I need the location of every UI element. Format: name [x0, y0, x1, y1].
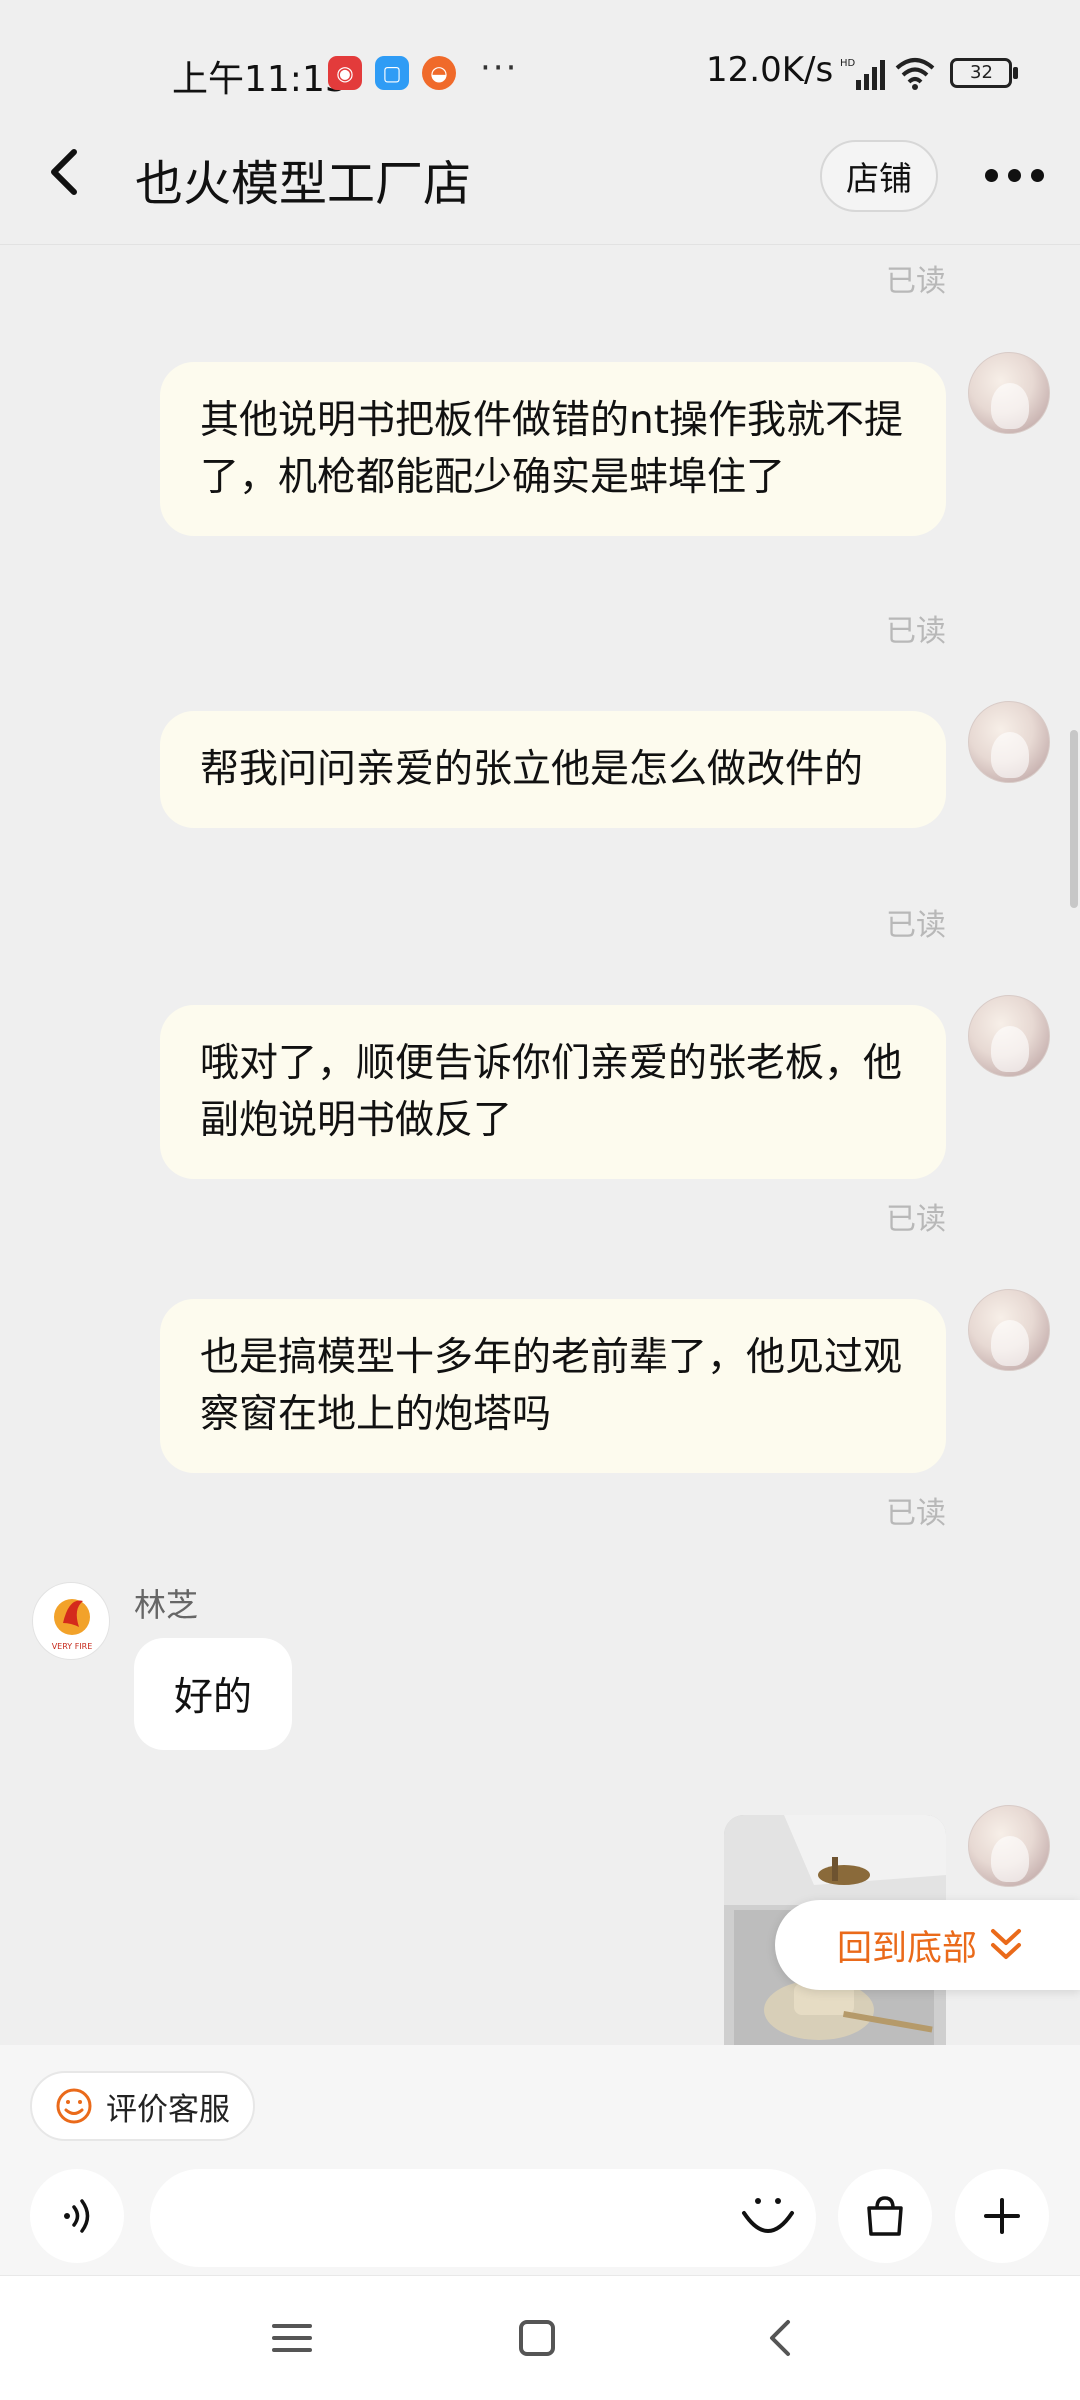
incoming-message-bubble[interactable]: 好的: [134, 1638, 293, 1750]
emoji-icon[interactable]: [738, 2187, 798, 2247]
chat-header: 也火模型工厂店 店铺: [0, 120, 1080, 245]
back-to-bottom-label: 回到底部: [837, 1928, 978, 1969]
smile-icon: [56, 2088, 92, 2124]
outgoing-message-bubble[interactable]: 其他说明书把板件做错的nt操作我就不提了，机枪都能配少确实是蚌埠住了: [160, 362, 946, 536]
read-status: 已读: [886, 1496, 946, 1531]
logo-caption: VERY FIRE: [52, 1642, 93, 1651]
rate-service-button[interactable]: 评价客服: [30, 2071, 255, 2141]
netease-music-icon: ◉: [328, 56, 362, 90]
store-button[interactable]: 店铺: [820, 140, 938, 212]
back-icon[interactable]: [752, 2308, 812, 2368]
read-status: 已读: [886, 1202, 946, 1237]
user-avatar[interactable]: [968, 1805, 1050, 1887]
plus-icon: [984, 2198, 1020, 2234]
double-chevron-down-icon: [991, 1929, 1022, 1959]
message-input[interactable]: [150, 2169, 816, 2267]
bottom-panel: 评价客服: [0, 2045, 1080, 2275]
status-bar: 上午11:13 ◉ ▢ ◒ ··· 12.0K/s HD 32: [0, 0, 1080, 140]
wifi-icon: [895, 58, 935, 90]
very-fire-logo-icon: VERY FIRE: [52, 1599, 93, 1651]
user-avatar[interactable]: [968, 701, 1050, 783]
user-avatar[interactable]: [968, 995, 1050, 1077]
network-speed: 12.0K/s: [706, 50, 834, 90]
user-avatar[interactable]: [968, 1289, 1050, 1371]
shopping-bag-icon: [867, 2196, 903, 2236]
read-status: 已读: [886, 908, 946, 943]
shop-avatar[interactable]: VERY FIRE: [32, 1582, 110, 1660]
voice-button[interactable]: [30, 2169, 124, 2263]
menu-icon[interactable]: [262, 2308, 322, 2368]
user-avatar[interactable]: [968, 352, 1050, 434]
scrollbar[interactable]: [1070, 730, 1078, 908]
home-icon[interactable]: [507, 2308, 567, 2368]
page-title: 也火模型工厂店: [135, 156, 472, 212]
outgoing-message-bubble[interactable]: 也是搞模型十多年的老前辈了，他见过观察窗在地上的炮塔吗: [160, 1299, 946, 1473]
system-nav-bar: [0, 2275, 1080, 2400]
battery-icon: 32: [950, 58, 1020, 88]
input-row: [0, 2157, 1080, 2267]
battery-level: 32: [970, 62, 993, 83]
back-to-bottom-button[interactable]: 回到底部: [775, 1900, 1080, 1990]
taobao-app-icon: ◒: [422, 56, 456, 90]
status-time: 上午11:13: [172, 59, 348, 100]
read-status: 已读: [886, 264, 946, 299]
more-notifications-icon: ···: [480, 48, 519, 88]
signal-icon: HD: [840, 58, 885, 90]
more-actions-button[interactable]: [955, 2169, 1049, 2263]
back-arrow-icon[interactable]: [40, 142, 90, 202]
voice-icon: [64, 2199, 90, 2233]
svg-text:HD: HD: [840, 58, 856, 69]
product-button[interactable]: [838, 2169, 932, 2263]
message-app-icon: ▢: [375, 56, 409, 90]
outgoing-message-bubble[interactable]: 帮我问问亲爱的张立他是怎么做改件的: [160, 711, 946, 828]
rate-service-label: 评价客服: [106, 2091, 230, 2128]
more-options-icon[interactable]: [985, 160, 1051, 190]
sender-name: 林芝: [134, 1586, 199, 1624]
read-status: 已读: [886, 614, 946, 649]
outgoing-message-bubble[interactable]: 哦对了，顺便告诉你们亲爱的张老板，他副炮说明书做反了: [160, 1005, 946, 1179]
